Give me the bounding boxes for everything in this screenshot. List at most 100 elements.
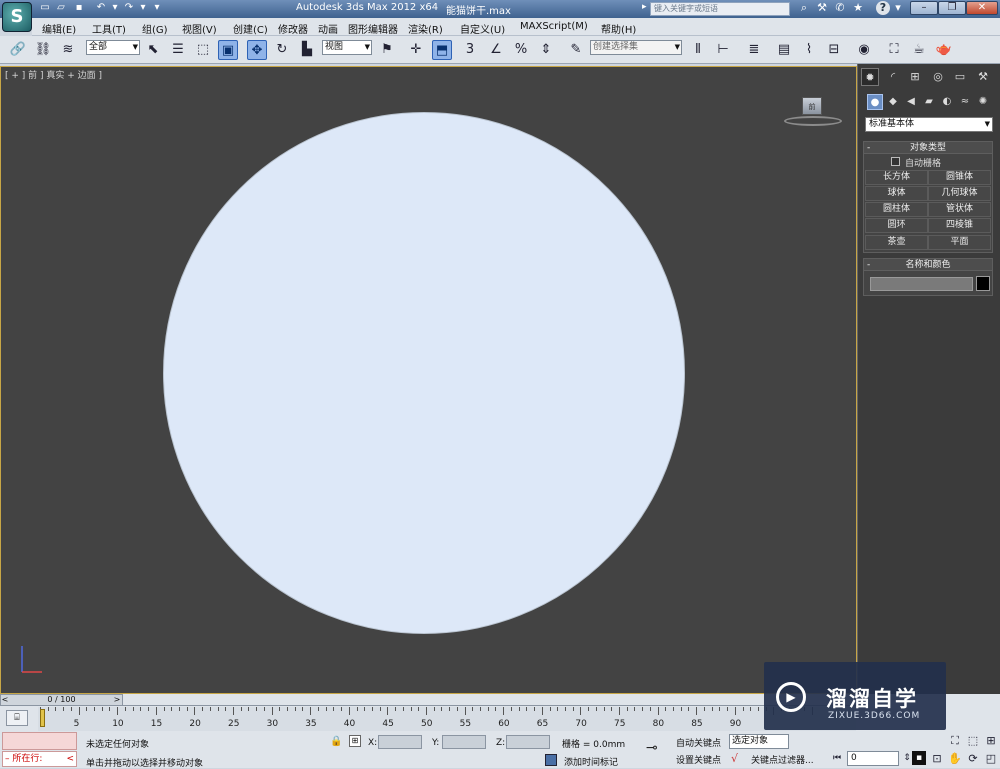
viewcube[interactable]: 前 bbox=[802, 97, 822, 115]
save-icon[interactable]: ▪ bbox=[72, 1, 86, 15]
select-and-move-icon[interactable]: ✥ bbox=[247, 40, 267, 60]
teapot-button[interactable]: 茶壶 bbox=[865, 235, 928, 250]
menu-create[interactable]: 创建(C) bbox=[233, 21, 268, 36]
zoom-extents-all-icon[interactable]: ⊞ bbox=[984, 734, 998, 748]
sphere-object[interactable] bbox=[163, 112, 685, 634]
torus-button[interactable]: 圆环 bbox=[865, 218, 928, 233]
maxscript-listener-mini[interactable] bbox=[2, 732, 77, 750]
zoom-region-icon[interactable]: ⊡ bbox=[930, 752, 944, 766]
percent-snap-icon[interactable]: % bbox=[511, 40, 531, 60]
help-dropdown-icon[interactable]: ▾ bbox=[890, 1, 906, 15]
cylinder-button[interactable]: 圆柱体 bbox=[865, 202, 928, 217]
minimize-button[interactable]: – bbox=[910, 1, 938, 15]
menu-customize[interactable]: 自定义(U) bbox=[460, 21, 505, 36]
display-tab-icon[interactable]: ▭ bbox=[951, 68, 969, 86]
absolute-mode-icon[interactable]: ⊞ bbox=[349, 735, 361, 747]
object-type-rollout-header[interactable]: - 对象类型 bbox=[864, 142, 992, 154]
edit-named-selection-icon[interactable]: ✎ bbox=[566, 40, 586, 60]
redo-dropdown-icon[interactable]: ▾ bbox=[136, 1, 150, 15]
add-time-tag-button[interactable]: 添加时间标记 bbox=[564, 755, 618, 768]
shapes-icon[interactable]: ◆ bbox=[885, 94, 901, 110]
rectangular-selection-icon[interactable]: ⬚ bbox=[193, 40, 213, 60]
select-by-name-icon[interactable]: ☰ bbox=[168, 40, 188, 60]
orbit-icon[interactable]: ⟳ bbox=[966, 752, 980, 766]
redo-icon[interactable]: ↷ bbox=[122, 1, 136, 15]
script-line-field[interactable]: – 所在行: < bbox=[2, 751, 77, 767]
pivot-center-icon[interactable]: ⚑ bbox=[377, 40, 397, 60]
snaps-toggle-icon[interactable]: 3 bbox=[460, 40, 480, 60]
reference-coordinate-dropdown[interactable]: 视图 ▼ bbox=[322, 40, 372, 55]
menu-views[interactable]: 视图(V) bbox=[182, 21, 217, 36]
space-warps-icon[interactable]: ≈ bbox=[957, 94, 973, 110]
geosphere-button[interactable]: 几何球体 bbox=[928, 186, 991, 201]
geometry-icon[interactable]: ● bbox=[867, 94, 883, 110]
tube-button[interactable]: 管状体 bbox=[928, 202, 991, 217]
pan-view-icon[interactable]: ✋ bbox=[948, 752, 962, 766]
keyboard-shortcut-override-icon[interactable]: ⬒ bbox=[432, 40, 452, 60]
undo-icon[interactable]: ↶ bbox=[94, 1, 108, 15]
search-expand-icon[interactable]: ▸ bbox=[642, 2, 647, 12]
go-to-start-icon[interactable]: ⏮ bbox=[830, 751, 844, 765]
select-link-icon[interactable]: 🔗 bbox=[8, 40, 28, 60]
cone-button[interactable]: 圆锥体 bbox=[928, 170, 991, 185]
menu-maxscript[interactable]: MAXScript(M) bbox=[520, 21, 588, 32]
menu-graph-editors[interactable]: 图形编辑器 bbox=[348, 21, 398, 36]
new-file-icon[interactable]: ▭ bbox=[38, 1, 52, 15]
restore-button[interactable]: ❐ bbox=[938, 1, 966, 15]
auto-key-button[interactable]: 自动关键点 bbox=[676, 736, 721, 749]
select-object-icon[interactable]: ⬉ bbox=[143, 40, 163, 60]
render-production-icon[interactable]: 🫖 bbox=[934, 40, 954, 60]
binoculars-icon[interactable]: ⌕ bbox=[796, 1, 812, 15]
set-key-icon[interactable]: ⊸ bbox=[646, 740, 658, 756]
menu-modifiers[interactable]: 修改器 bbox=[278, 21, 308, 36]
time-configuration-icon[interactable]: ▪ bbox=[912, 751, 926, 765]
z-coordinate-field[interactable] bbox=[506, 735, 550, 749]
app-logo-button[interactable]: S bbox=[2, 2, 32, 32]
quick-access-menu-icon[interactable]: ▾ bbox=[150, 1, 164, 15]
menu-rendering[interactable]: 渲染(R) bbox=[408, 21, 443, 36]
create-tab-icon[interactable]: ✹ bbox=[861, 68, 879, 86]
favorites-icon[interactable]: ★ bbox=[850, 1, 866, 15]
timeline-ruler[interactable]: 5 10 15 20 25 30 35 40 45 50 55 60 65 70 75 80 85 90 bbox=[38, 707, 856, 731]
object-name-field[interactable] bbox=[870, 277, 973, 291]
menu-edit[interactable]: 编辑(E) bbox=[42, 21, 76, 36]
rendered-frame-window-icon[interactable]: ☕ bbox=[909, 40, 929, 60]
hierarchy-tab-icon[interactable]: ⊞ bbox=[906, 68, 924, 86]
name-color-rollout-header[interactable]: - 名称和颜色 bbox=[864, 259, 992, 271]
search-input[interactable]: 键入关键字或短语 bbox=[650, 2, 790, 16]
next-frame-arrow-icon[interactable]: > bbox=[112, 694, 122, 706]
helpers-icon[interactable]: ◐ bbox=[939, 94, 955, 110]
select-and-rotate-icon[interactable]: ↻ bbox=[272, 40, 292, 60]
mini-curve-editor-icon[interactable]: ⌸ bbox=[6, 710, 28, 726]
autogrid-checkbox[interactable] bbox=[891, 157, 900, 166]
material-editor-icon[interactable]: ◉ bbox=[854, 40, 874, 60]
communication-icon[interactable]: ✆ bbox=[832, 1, 848, 15]
bind-space-warp-icon[interactable]: ≋ bbox=[58, 40, 78, 60]
unlink-icon[interactable]: ⛓ bbox=[33, 40, 53, 60]
open-file-icon[interactable]: ▱ bbox=[54, 1, 68, 15]
cameras-icon[interactable]: ▰ bbox=[921, 94, 937, 110]
pyramid-button[interactable]: 四棱锥 bbox=[928, 218, 991, 233]
viewcube-compass[interactable] bbox=[784, 116, 842, 126]
render-setup-icon[interactable]: ⛶ bbox=[884, 40, 904, 60]
layer-manager-icon[interactable]: ≣ bbox=[744, 40, 764, 60]
lights-icon[interactable]: ◀ bbox=[903, 94, 919, 110]
align-icon[interactable]: ⊢ bbox=[713, 40, 733, 60]
zoom-all-icon[interactable]: ⛶ bbox=[948, 734, 962, 748]
key-mode-dropdown[interactable]: 选定对象 bbox=[729, 734, 789, 749]
sphere-button[interactable]: 球体 bbox=[865, 186, 928, 201]
utilities-tab-icon[interactable]: ⚒ bbox=[974, 68, 992, 86]
viewport-label[interactable]: [ + ] 前 ] 真实 + 边面 ] bbox=[5, 68, 102, 81]
window-crossing-icon[interactable]: ▣ bbox=[218, 40, 238, 60]
menu-group[interactable]: 组(G) bbox=[142, 21, 168, 36]
menu-tools[interactable]: 工具(T) bbox=[92, 21, 126, 36]
graphite-ribbon-icon[interactable]: ▤ bbox=[774, 40, 794, 60]
angle-snap-icon[interactable]: ∠ bbox=[486, 40, 506, 60]
key-filters-button[interactable]: 关键点过滤器... bbox=[751, 753, 814, 766]
curve-editor-icon[interactable]: ⌇ bbox=[799, 40, 819, 60]
menu-help[interactable]: 帮助(H) bbox=[601, 21, 636, 36]
current-frame-marker[interactable] bbox=[40, 709, 45, 727]
current-frame-field[interactable]: 0 bbox=[847, 751, 899, 766]
undo-dropdown-icon[interactable]: ▾ bbox=[108, 1, 122, 15]
object-color-swatch[interactable] bbox=[976, 276, 990, 291]
